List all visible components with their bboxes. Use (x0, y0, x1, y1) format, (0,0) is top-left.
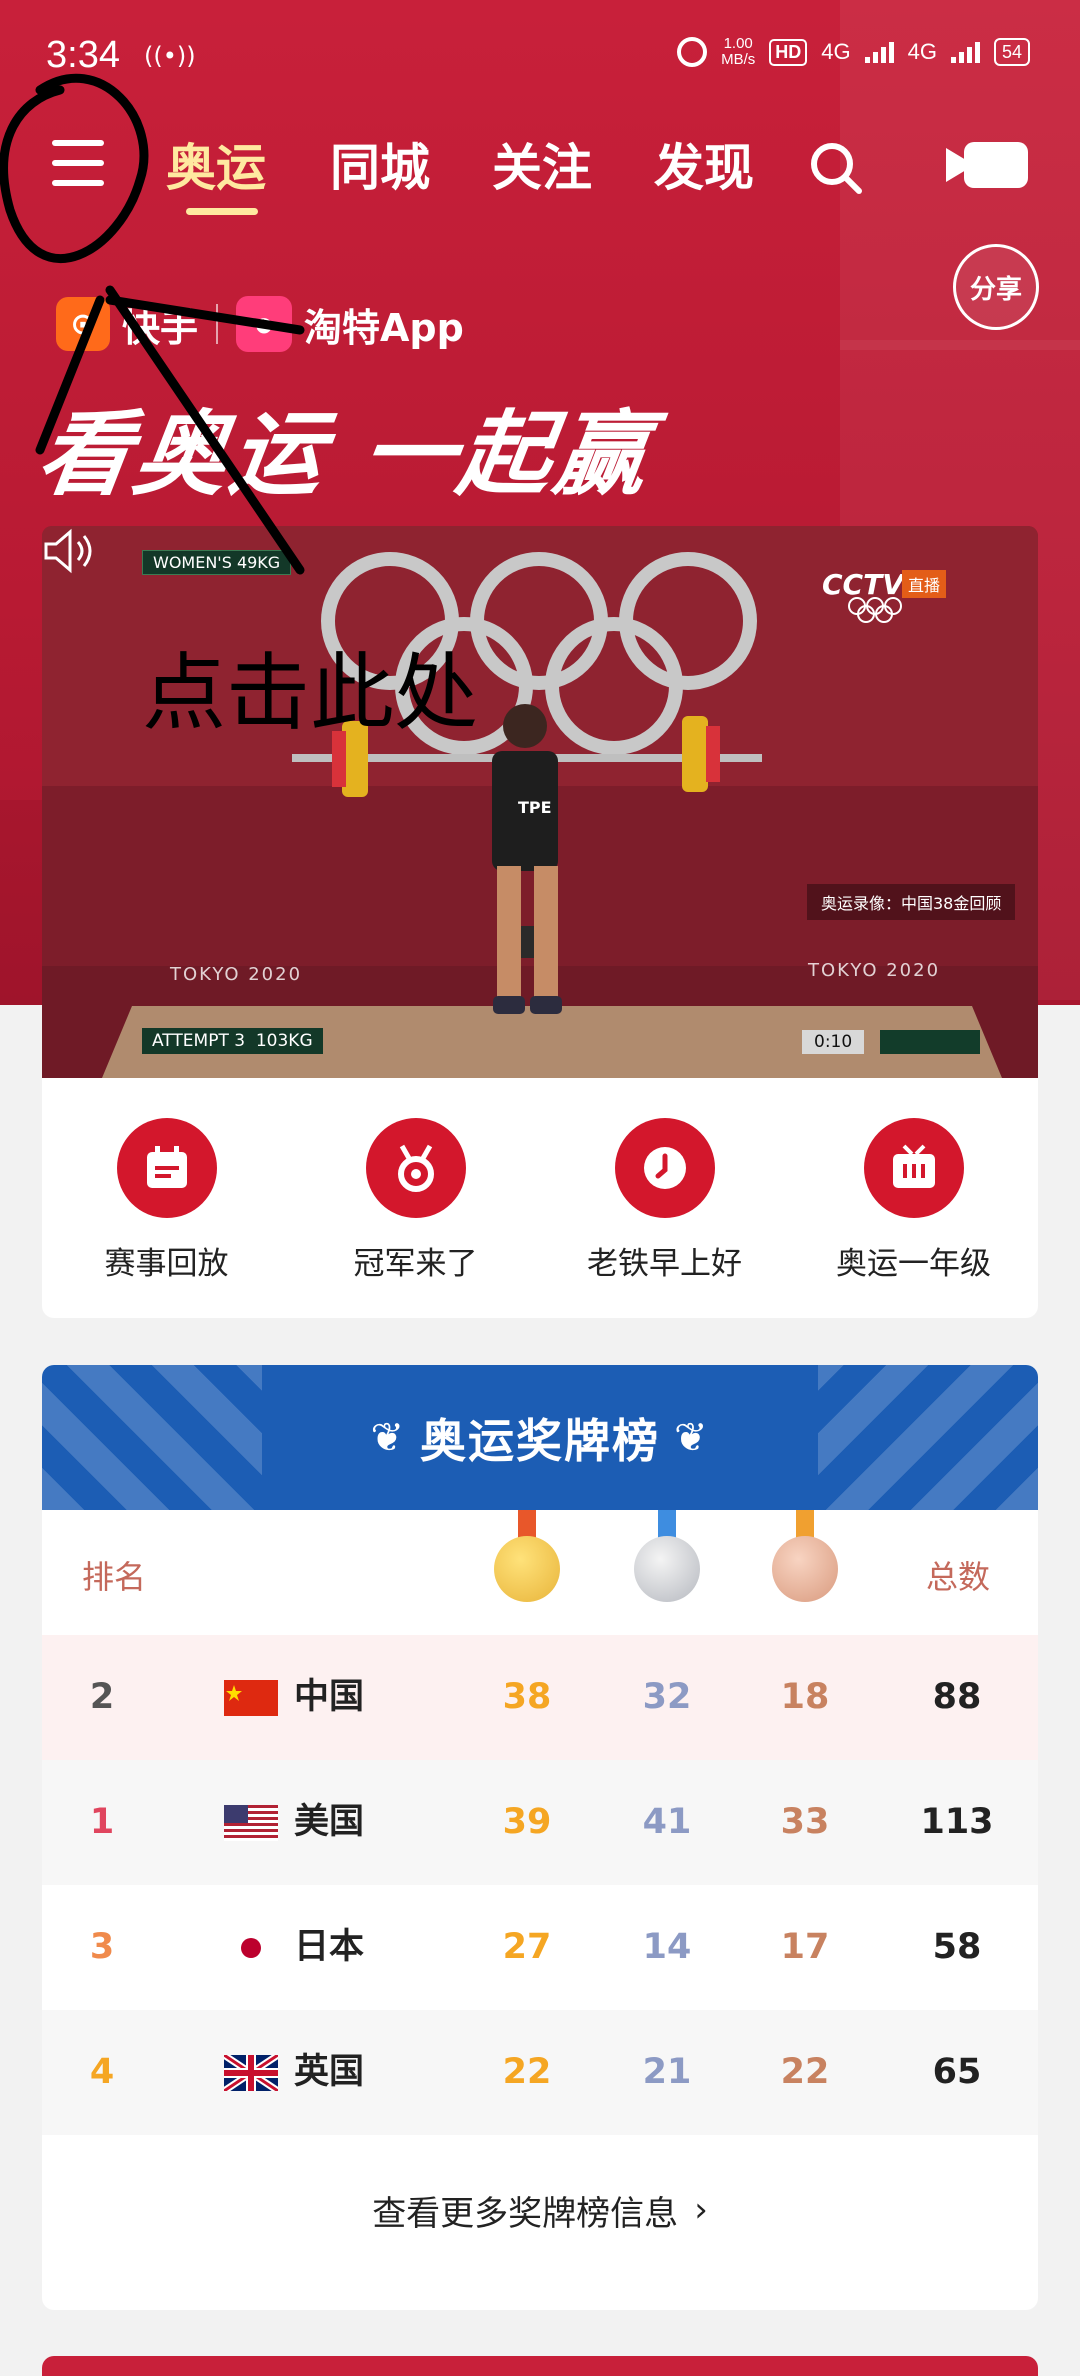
search-icon[interactable] (808, 140, 864, 196)
camera-icon[interactable] (946, 140, 1030, 190)
gold-cell: 22 (502, 2052, 552, 2092)
tab-local[interactable]: 同城 (330, 128, 430, 200)
bronze-cell: 17 (780, 1927, 830, 1967)
quick-actions: 赛事回放 冠军来了 老铁早上好 奥运一年级 (42, 1078, 1038, 1318)
bronze-cell: 22 (780, 2052, 830, 2092)
tab-following[interactable]: 关注 (492, 128, 592, 200)
header-rank: 排名 (82, 1558, 147, 1596)
silver-cell: 14 (642, 1927, 692, 1967)
gold-cell: 39 (502, 1802, 552, 1842)
more-medals-label: 查看更多奖牌榜信息 (372, 2193, 679, 2234)
silver-cell: 41 (642, 1802, 692, 1842)
action-morning[interactable]: 老铁早上好 (540, 1078, 789, 1318)
network-type: 4G (821, 39, 851, 64)
more-medals-link[interactable]: 查看更多奖牌榜信息 › (42, 2150, 1038, 2270)
gold-cell: 27 (502, 1927, 552, 1967)
olympic-rings-icon (880, 1030, 980, 1054)
rank-cell: 2 (89, 1677, 115, 1717)
column-header: 排名 总数 (42, 1510, 1038, 1635)
table-row[interactable]: 2 中国 38 32 18 88 (42, 1635, 1038, 1760)
attempt-label: ATTEMPT 3 103KG (142, 1028, 323, 1054)
country-cell: 日本 (294, 1927, 365, 1967)
chevron-right-icon: › (694, 2190, 708, 2230)
tokyo-watermark: TOKYO 2020 (808, 960, 941, 981)
annotation-text: 点击此处 (142, 644, 479, 742)
country-cell: 美国 (294, 1802, 365, 1842)
country-cell: 中国 (294, 1677, 365, 1717)
bronze-cell: 33 (780, 1802, 830, 1842)
action-replay[interactable]: 赛事回放 (42, 1078, 291, 1318)
header-total: 总数 (925, 1558, 990, 1596)
share-button[interactable]: 分享 (953, 244, 1039, 330)
medal-icon (365, 1118, 466, 1218)
alarm-icon (677, 37, 708, 67)
hd-badge: HD (769, 38, 808, 66)
table-row[interactable]: 4 英国 22 21 22 65 (42, 2010, 1038, 2135)
calendar-icon (116, 1118, 217, 1218)
table-row[interactable]: 1 美国 39 41 33 113 (42, 1760, 1038, 1885)
bronze-medal-icon (770, 1510, 840, 1610)
signal-icon (950, 41, 980, 63)
battery-icon: 54 (993, 38, 1030, 66)
video-time: 0:10 (802, 1030, 865, 1054)
medal-table: ❦ 奥运奖牌榜 ❦ 排名 总数 2 中国 38 32 18 88 1 美国 39… (42, 1365, 1038, 2310)
table-row[interactable]: 3 日本 27 14 17 58 (42, 1885, 1038, 2010)
uk-flag-icon (224, 2055, 278, 2091)
usa-flag-icon (224, 1805, 278, 1841)
gold-cell: 38 (502, 1677, 552, 1717)
tab-discover[interactable]: 发现 (654, 128, 754, 200)
attempt-number: ATTEMPT 3 (152, 1031, 246, 1051)
laurel-icon: ❦ (370, 1414, 406, 1461)
clock-icon (614, 1118, 715, 1218)
next-card-peek (42, 2356, 1038, 2376)
tokyo-watermark: TOKYO 2020 (170, 964, 303, 985)
action-label: 冠军来了 (353, 1246, 478, 1282)
speed-value: 1.00 (723, 35, 753, 52)
action-champion[interactable]: 冠军来了 (291, 1078, 540, 1318)
silver-cell: 32 (642, 1677, 692, 1717)
china-flag-icon (224, 1680, 278, 1716)
attempt-weight: 103KG (255, 1031, 313, 1051)
silver-medal-icon (632, 1510, 702, 1610)
rank-cell: 1 (89, 1802, 115, 1842)
silver-cell: 21 (642, 2052, 692, 2092)
total-cell: 113 (920, 1802, 994, 1842)
country-cell: 英国 (294, 2052, 365, 2092)
header-pattern (818, 1365, 1038, 1510)
live-badge: 直播 (902, 570, 947, 598)
action-label: 老铁早上好 (587, 1246, 742, 1282)
gold-medal-icon (492, 1510, 562, 1610)
total-cell: 58 (932, 1927, 982, 1967)
video-caption: 奥运录像：中国38金回顾 (807, 884, 1016, 920)
action-label: 赛事回放 (104, 1246, 229, 1282)
action-label: 奥运一年级 (836, 1246, 991, 1282)
total-cell: 65 (932, 2052, 982, 2092)
tv-icon (863, 1118, 964, 1218)
laurel-icon: ❦ (674, 1414, 710, 1461)
speed-unit: MB/s (721, 51, 756, 68)
action-first-grade[interactable]: 奥运一年级 (789, 1078, 1038, 1318)
japan-flag-icon (224, 1930, 278, 1966)
network-speed: 1.00 MB/s (721, 36, 755, 68)
signal-icon (864, 41, 894, 63)
total-cell: 88 (932, 1677, 982, 1717)
medal-table-title: 奥运奖牌榜 (420, 1413, 660, 1468)
athlete-bib: TPE (518, 798, 552, 817)
rank-cell: 4 (89, 2052, 115, 2092)
bronze-cell: 18 (780, 1677, 830, 1717)
rank-cell: 3 (89, 1927, 115, 1967)
header-pattern (42, 1365, 262, 1510)
network-type: 4G (907, 39, 937, 64)
broadcaster-logo: CCTV (822, 568, 904, 601)
hand-drawn-annotation (0, 73, 305, 575)
video-player[interactable]: WOMEN'S 49KG CCTV 直播 TPE 点击此处 奥运录像：中国38金… (42, 526, 1038, 1078)
medal-table-header: ❦ 奥运奖牌榜 ❦ (42, 1365, 1038, 1510)
